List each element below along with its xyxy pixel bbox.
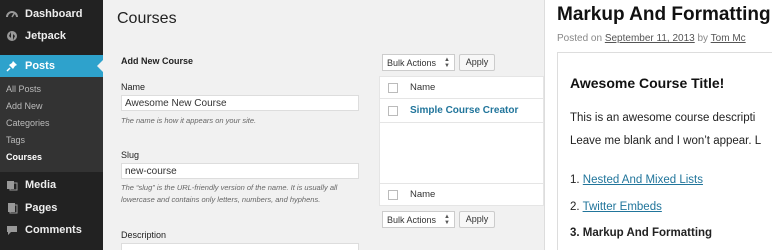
post-meta: Posted on September 11, 2013 by Tom Mc [557,33,746,44]
select-all-checkbox-bottom[interactable] [388,189,398,200]
courses-table: Name Simple Course Creator Name [379,76,544,206]
select-arrows-icon: ▲ ▼ [444,56,450,69]
list-number: 2. [570,201,580,213]
select-all-checkbox[interactable] [388,82,398,93]
column-footer-name[interactable]: Name [410,189,435,200]
submenu-categories[interactable]: Categories [6,118,50,128]
sidebar-item-label: Pages [25,202,58,214]
add-new-course-heading: Add New Course [121,56,194,66]
jetpack-icon [5,29,19,43]
sidebar-item-media[interactable]: Media [0,175,103,195]
active-indicator [97,60,103,72]
bulk-actions-label: Bulk Actions [387,214,437,225]
description-input[interactable] [121,243,359,250]
bulk-actions-label: Bulk Actions [387,57,437,68]
comments-icon [5,223,19,237]
slug-label: Slug [121,150,140,160]
pages-icon [5,201,19,215]
course-post-link[interactable]: Twitter Embeds [583,201,662,213]
apply-button-top[interactable]: Apply [459,54,495,71]
author-link[interactable]: Tom Mc [711,33,746,44]
submenu-courses[interactable]: Courses [6,152,42,162]
sidebar-item-label: Posts [25,60,55,72]
posted-on-label: Posted on [557,33,603,44]
sidebar-item-jetpack[interactable]: Jetpack [0,26,103,46]
post-title[interactable]: Markup And Formatting [557,4,771,26]
course-description-2: Leave me blank and I won’t appear. L [570,135,762,147]
sidebar-item-label: Media [25,179,57,191]
media-icon [5,178,19,192]
list-item: 1. Nested And Mixed Lists [570,174,703,186]
sidebar-item-comments[interactable]: Comments [0,220,103,240]
name-input[interactable]: Awesome New Course [121,95,359,111]
course-title: Awesome Course Title! [570,75,725,91]
admin-sidebar: Dashboard Jetpack Posts All Posts Add Ne… [0,0,103,250]
sidebar-item-label: Comments [25,224,82,236]
list-number: 1. [570,174,580,186]
sidebar-item-dashboard[interactable]: Dashboard [0,4,103,24]
list-item: 2. Twitter Embeds [570,201,662,213]
course-post-link[interactable]: Nested And Mixed Lists [583,174,703,186]
list-item: 3. Markup And Formatting [570,227,712,239]
list-number: 3. [570,227,580,239]
dashboard-icon [5,7,19,21]
bulk-actions-select-bottom[interactable]: Bulk Actions ▲ ▼ [382,211,455,228]
submenu-all-posts[interactable]: All Posts [6,84,41,94]
sidebar-item-label: Jetpack [25,30,66,42]
submenu-tags[interactable]: Tags [6,135,25,145]
slug-input[interactable]: new-course [121,163,359,179]
page-title: Courses [117,10,177,27]
posts-submenu: All Posts Add New Categories Tags Course… [0,77,103,172]
name-label: Name [121,82,146,92]
current-post-title: Markup And Formatting [582,227,713,239]
bulk-actions-select-top[interactable]: Bulk Actions ▲ ▼ [382,54,455,71]
sidebar-item-pages[interactable]: Pages [0,198,103,218]
pin-icon [5,59,19,73]
post-preview-panel: Markup And Formatting Posted on Septembe… [544,0,772,250]
course-info-box: Awesome Course Title! This is an awesome… [557,52,772,250]
sidebar-item-label: Dashboard [25,8,83,20]
apply-button-bottom[interactable]: Apply [459,211,495,228]
course-description: This is an awesome course descripti [570,112,756,124]
table-header: Name [380,77,544,99]
course-link[interactable]: Simple Course Creator [410,105,518,116]
name-help-text: The name is how it appears on your site. [121,116,257,125]
submenu-add-new[interactable]: Add New [6,101,43,111]
row-checkbox[interactable] [388,105,398,116]
post-date-link[interactable]: September 11, 2013 [605,33,695,44]
slug-help-text: The “slug” is the URL-friendly version o… [121,183,338,204]
sidebar-item-posts[interactable]: Posts [0,55,103,77]
column-header-name[interactable]: Name [410,82,435,93]
table-row: Simple Course Creator [380,99,544,123]
description-label: Description [121,230,167,240]
by-label: by [697,33,709,44]
select-arrows-icon: ▲ ▼ [444,213,450,226]
table-footer: Name [380,183,544,205]
